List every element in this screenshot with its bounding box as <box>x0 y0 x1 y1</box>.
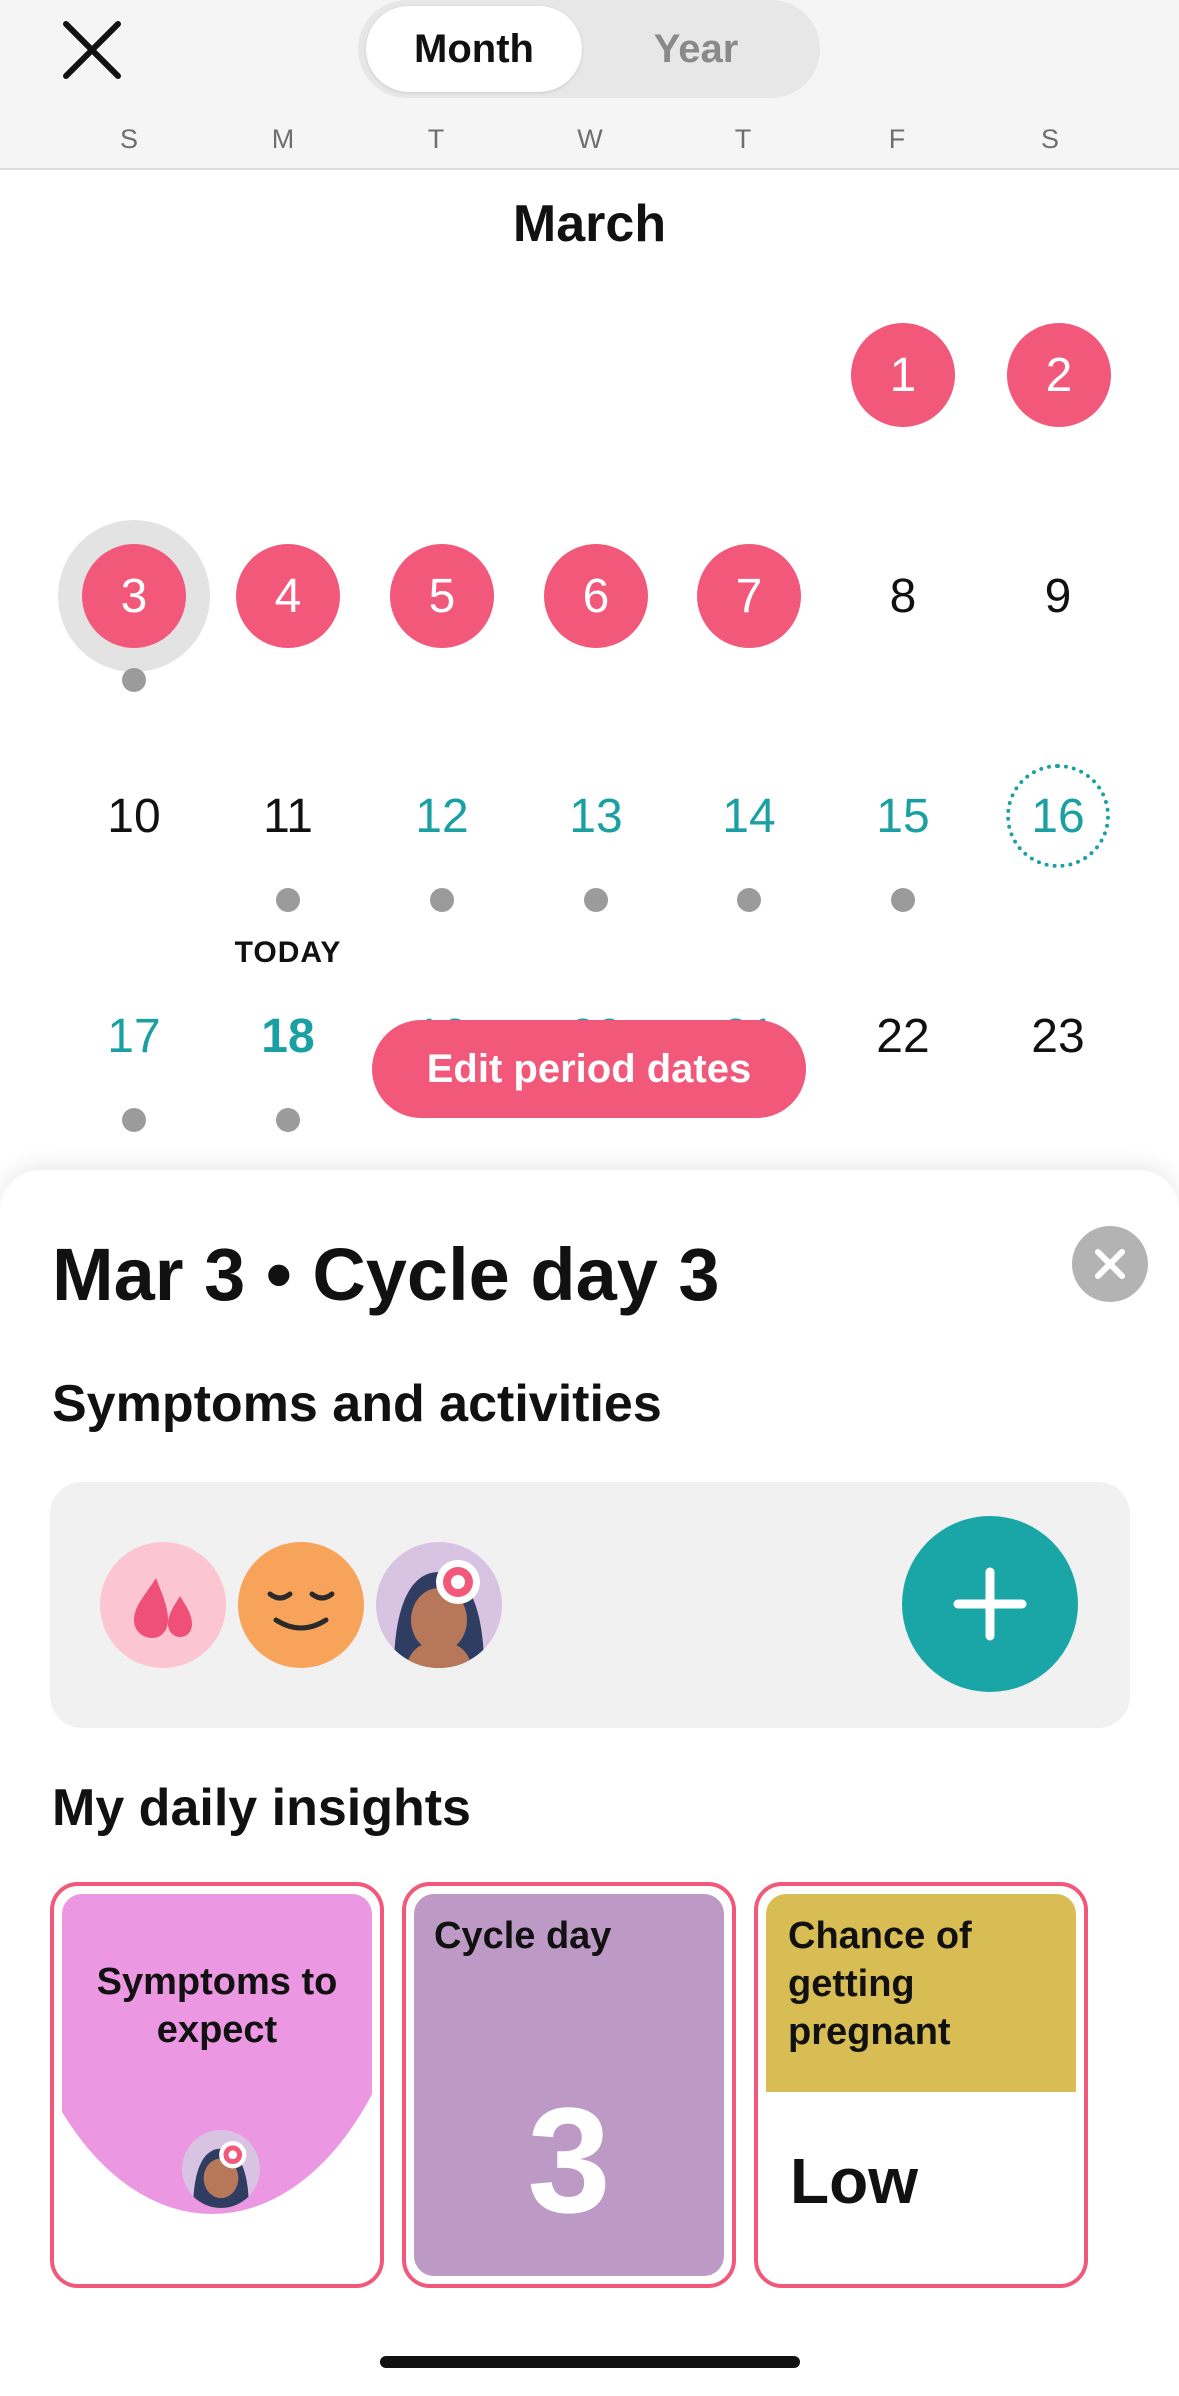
weekday-label: F <box>888 124 906 154</box>
calendar-day[interactable]: 22 <box>851 984 955 1088</box>
insight-card-pregnancy-chance[interactable]: Chance of getting pregnant Low <box>754 1882 1088 2288</box>
log-indicator-dot <box>122 1108 146 1132</box>
log-indicator-dot <box>737 888 761 912</box>
calendar-day[interactable]: 3 <box>82 544 186 648</box>
log-indicator-dot <box>430 888 454 912</box>
calendar-day[interactable]: 8 <box>851 544 955 648</box>
tab-month[interactable]: Month <box>366 6 582 92</box>
add-symptom-button[interactable] <box>902 1516 1078 1692</box>
calendar-day[interactable]: 2 <box>1007 323 1111 427</box>
view-toggle: Month Year <box>358 0 820 98</box>
calendar-day[interactable]: 12 <box>390 764 494 868</box>
log-indicator-dot <box>584 888 608 912</box>
weekday-label: S <box>1040 124 1059 154</box>
today-label: TODAY <box>234 936 342 969</box>
weekday-label: T <box>427 124 445 154</box>
avatar-icon <box>182 2130 260 2208</box>
card-body: Symptoms to expect <box>62 1894 372 2276</box>
close-sheet-icon[interactable] <box>1072 1226 1148 1302</box>
card-body: Chance of getting pregnant Low <box>766 1894 1076 2276</box>
insights-heading: My daily insights <box>52 1779 471 1837</box>
calm-face-icon[interactable] <box>238 1542 364 1668</box>
cycle-day-value: 3 <box>527 2076 611 2244</box>
calendar-day[interactable]: 14 <box>697 764 801 868</box>
card-body: Cycle day 3 <box>414 1894 724 2276</box>
calendar-day[interactable]: 1 <box>851 323 955 427</box>
calendar-day[interactable]: 17 <box>82 984 186 1088</box>
month-title: March <box>512 195 667 253</box>
calendar-day-today[interactable]: 18 <box>236 984 340 1088</box>
symptoms-heading: Symptoms and activities <box>52 1375 662 1433</box>
weekday-label: M <box>271 124 295 154</box>
home-indicator[interactable] <box>380 2356 800 2368</box>
close-icon[interactable] <box>52 10 132 90</box>
calendar-day[interactable]: 23 <box>1006 984 1110 1088</box>
tab-year[interactable]: Year <box>588 6 804 92</box>
log-indicator-dot <box>276 1108 300 1132</box>
card-title: Cycle day <box>434 1915 612 1957</box>
calendar-day[interactable]: 15 <box>851 764 955 868</box>
calendar-day[interactable]: 10 <box>82 764 186 868</box>
avatar-icon[interactable] <box>376 1542 502 1668</box>
log-indicator-dot <box>276 888 300 912</box>
top-bar: Month Year S M T W T F S <box>0 0 1179 170</box>
pregnancy-chance-value: Low <box>790 2145 918 2217</box>
weekday-label: T <box>734 124 752 154</box>
calendar-day[interactable]: 5 <box>390 544 494 648</box>
calendar-day[interactable]: 6 <box>544 544 648 648</box>
calendar-day[interactable]: 7 <box>697 544 801 648</box>
card-title: Chance of getting pregnant <box>788 1915 972 2053</box>
plus-icon <box>953 1567 1027 1641</box>
sheet-title: Mar 3 • Cycle day 3 <box>52 1233 720 1316</box>
calendar-day[interactable]: 9 <box>1006 544 1110 648</box>
card-title: Symptoms to expect <box>96 1961 338 2051</box>
log-indicator-dot <box>891 888 915 912</box>
weekday-label: S <box>119 124 138 154</box>
log-indicator-dot <box>122 668 146 692</box>
ovulation-day[interactable]: 16 <box>1006 764 1110 868</box>
weekday-label: W <box>577 124 603 154</box>
calendar-day[interactable]: 13 <box>544 764 648 868</box>
edit-period-dates-button[interactable]: Edit period dates <box>372 1020 806 1118</box>
blood-drop-icon[interactable] <box>100 1542 226 1668</box>
insight-card-cycle-day[interactable]: Cycle day 3 <box>402 1882 736 2288</box>
calendar-day[interactable]: 11 <box>236 764 340 868</box>
calendar-day[interactable]: 4 <box>236 544 340 648</box>
insight-card-symptoms[interactable]: Symptoms to expect <box>50 1882 384 2288</box>
